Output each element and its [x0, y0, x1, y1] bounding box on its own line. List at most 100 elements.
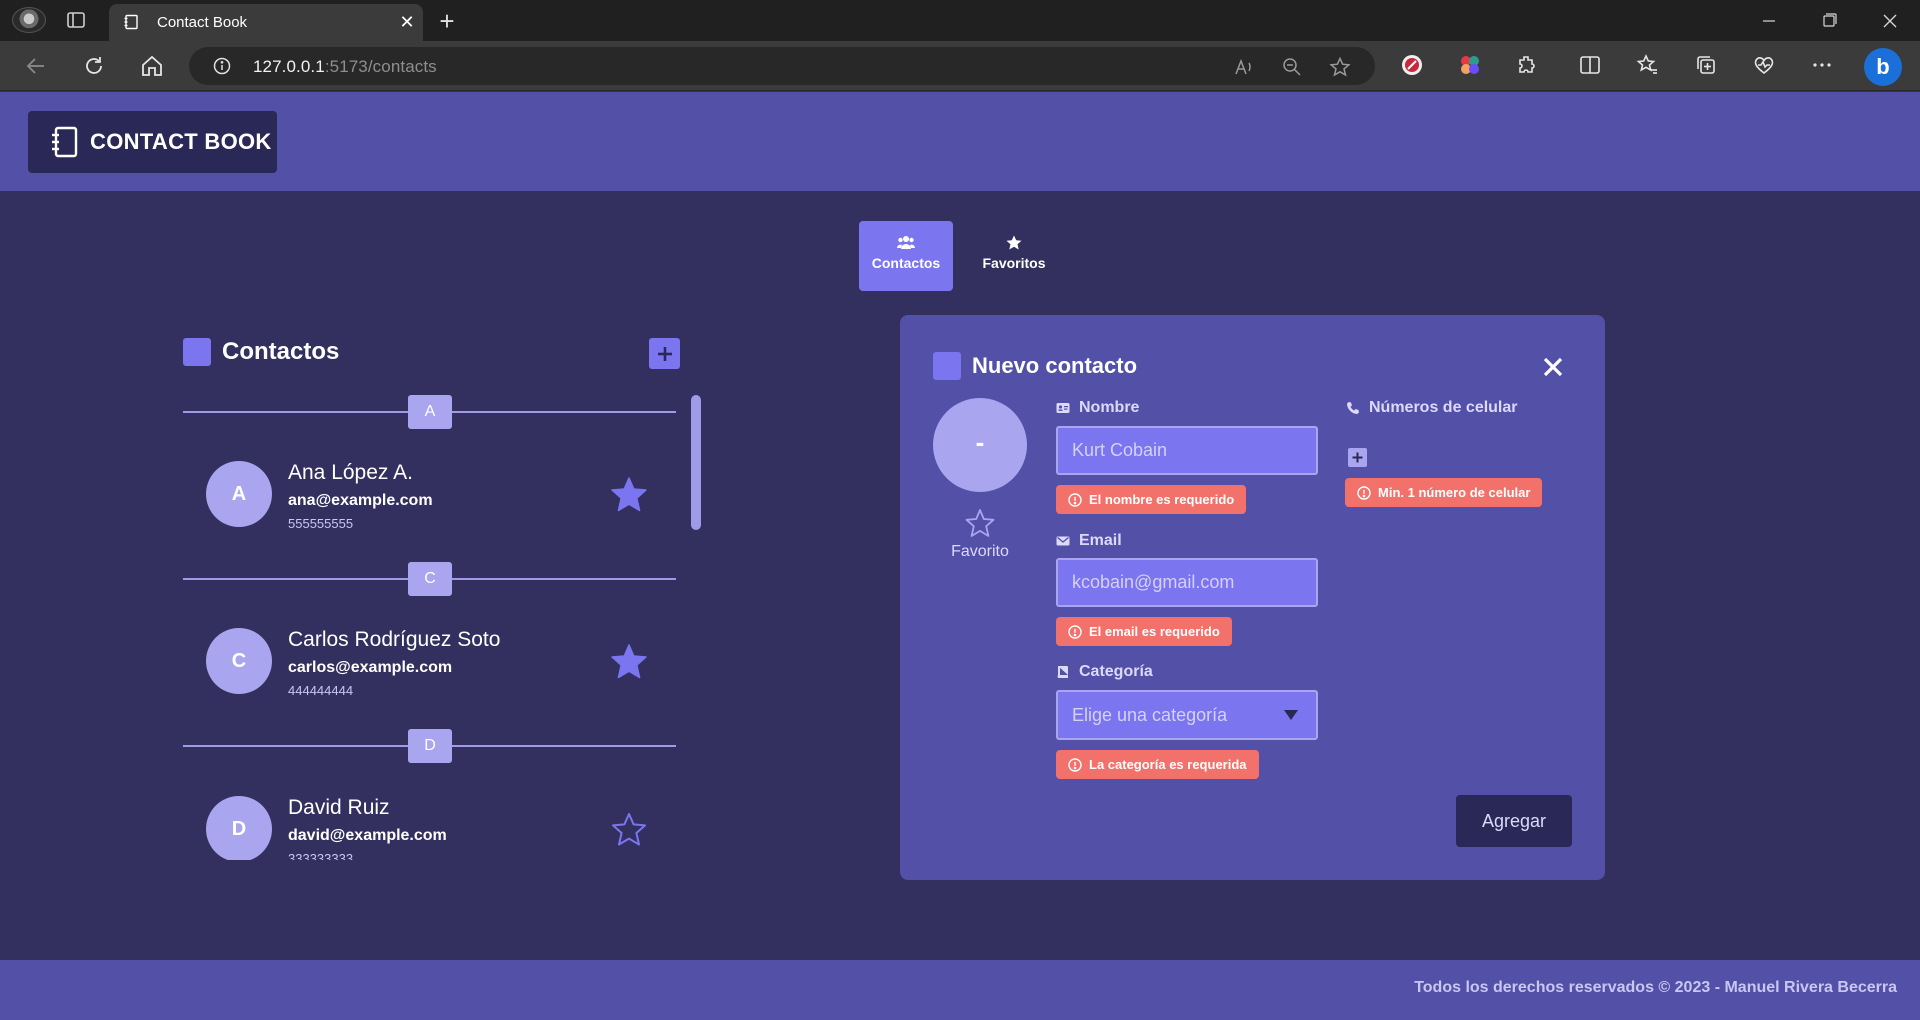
browser-toolbar: 127.0.0.1:5173/contacts b	[0, 41, 1920, 91]
restore-icon[interactable]	[1809, 8, 1849, 34]
extensions-icon[interactable]	[1515, 53, 1539, 77]
letter-badge: A	[408, 395, 452, 429]
contacts-header: Contactos	[183, 338, 339, 366]
new-contact-card: Nuevo contacto - Favorito Nombre El nomb…	[900, 315, 1605, 880]
collections-icon[interactable]	[1694, 53, 1718, 77]
profile-avatar[interactable]	[10, 5, 48, 35]
avatar: C	[206, 628, 272, 694]
list-scrollbar[interactable]	[691, 395, 701, 530]
favorite-star-icon[interactable]	[1329, 56, 1351, 78]
tab-contactos[interactable]: Contactos	[859, 221, 953, 291]
add-contact-button[interactable]	[649, 338, 680, 369]
add-phone-button[interactable]	[1348, 448, 1367, 467]
category-error: La categoría es requerida	[1056, 750, 1259, 779]
contact-item[interactable]: C Carlos Rodríguez Soto carlos@example.c…	[183, 628, 676, 708]
favorite-label: Favorito	[951, 543, 1009, 560]
contact-email: david@example.com	[288, 827, 447, 844]
users-icon	[897, 236, 915, 249]
back-icon[interactable]	[23, 53, 49, 79]
section-marker	[183, 338, 211, 366]
address-bar[interactable]: 127.0.0.1:5173/contacts	[189, 47, 1375, 85]
alert-icon	[1068, 492, 1082, 507]
plus-icon	[657, 346, 672, 361]
close-window-icon[interactable]	[1870, 8, 1910, 34]
phone-icon	[1347, 402, 1359, 414]
contacts-title: Contactos	[222, 338, 340, 365]
contact-name: Carlos Rodríguez Soto	[288, 628, 501, 651]
plus-icon	[1352, 452, 1363, 463]
envelope-icon	[1056, 536, 1070, 546]
alert-icon	[1068, 757, 1082, 772]
notebook-icon	[124, 14, 138, 30]
contact-phone: 555555555	[288, 516, 354, 531]
contact-item[interactable]: D David Ruiz david@example.com 333333333	[183, 796, 676, 860]
copyright-text: Todos los derechos reservados © 2023 - M…	[1414, 979, 1897, 996]
color-extension-icon[interactable]	[1458, 53, 1482, 77]
phones-label: Números de celular	[1346, 399, 1518, 417]
contact-photo[interactable]: -	[933, 398, 1027, 492]
contact-email: ana@example.com	[288, 492, 433, 509]
section-marker	[933, 352, 961, 380]
name-label: Nombre	[1056, 399, 1139, 417]
add-button[interactable]: Agregar	[1456, 795, 1572, 847]
url-text[interactable]: 127.0.0.1:5173/contacts	[253, 57, 437, 77]
letter-divider: A	[183, 395, 676, 429]
name-input[interactable]	[1056, 426, 1318, 475]
home-icon[interactable]	[139, 53, 165, 79]
brand-logo[interactable]: CONTACT BOOK	[28, 111, 277, 173]
favorite-star-outline-icon[interactable]	[963, 507, 997, 541]
minimize-icon[interactable]	[1749, 8, 1789, 34]
app-header: CONTACT BOOK	[0, 92, 1920, 191]
copilot-icon[interactable]: b	[1864, 48, 1902, 86]
info-icon[interactable]	[213, 57, 231, 75]
avatar: A	[206, 461, 272, 527]
tab-close-icon[interactable]: ✕	[395, 10, 419, 34]
block-extension-icon[interactable]	[1400, 53, 1424, 77]
close-icon[interactable]	[1538, 352, 1568, 382]
name-error: El nombre es requerido	[1056, 485, 1247, 514]
health-icon[interactable]	[1752, 53, 1776, 77]
star-icon	[1006, 235, 1022, 250]
phones-error: Min. 1 número de celular	[1345, 478, 1543, 507]
chevron-down-icon	[1284, 710, 1298, 720]
letter-divider: D	[183, 729, 676, 763]
book-icon	[1057, 666, 1068, 678]
contact-phone: 333333333	[288, 851, 354, 860]
contact-phone: 444444444	[288, 683, 354, 698]
browser-tab[interactable]: Contact Book ✕	[109, 4, 423, 41]
zoom-out-icon[interactable]	[1281, 56, 1303, 78]
email-input[interactable]	[1056, 558, 1318, 607]
alert-icon	[1068, 624, 1082, 639]
contact-name: Ana López A.	[288, 461, 413, 484]
browser-tab-bar: Contact Book ✕ +	[0, 0, 1920, 41]
tab-label: Favoritos	[982, 255, 1046, 271]
more-icon[interactable]	[1810, 53, 1834, 77]
tab-label: Contactos	[871, 255, 941, 271]
contacts-list[interactable]: A A Ana López A. ana@example.com 5555555…	[183, 392, 703, 860]
contact-name: David Ruiz	[288, 796, 390, 819]
split-screen-icon[interactable]	[1578, 53, 1602, 77]
brand-text: CONTACT BOOK	[90, 129, 272, 154]
favorite-star-icon[interactable]	[609, 642, 649, 682]
contact-email: carlos@example.com	[288, 659, 453, 676]
favorites-icon[interactable]	[1636, 53, 1660, 77]
favorite-star-outline-icon[interactable]	[609, 810, 649, 850]
favorite-star-icon[interactable]	[609, 475, 649, 515]
card-header: Nuevo contacto	[933, 352, 1137, 380]
email-label: Email	[1056, 532, 1122, 550]
tab-favoritos[interactable]: Favoritos	[967, 221, 1061, 291]
new-tab-button[interactable]: +	[433, 8, 461, 36]
tab-actions-icon[interactable]	[66, 10, 86, 30]
category-select[interactable]: Elige una categoría	[1056, 690, 1318, 740]
contact-item[interactable]: A Ana López A. ana@example.com 555555555	[183, 461, 676, 541]
read-aloud-icon[interactable]	[1233, 56, 1255, 78]
avatar: D	[206, 796, 272, 860]
category-label: Categoría	[1056, 663, 1153, 681]
id-card-icon	[1056, 403, 1070, 413]
reload-icon[interactable]	[81, 53, 107, 79]
footer: Todos los derechos reservados © 2023 - M…	[0, 960, 1920, 1020]
card-title: Nuevo contacto	[972, 353, 1138, 378]
contact-book-icon	[52, 126, 78, 158]
tab-title: Contact Book	[157, 14, 248, 31]
email-error: El email es requerido	[1056, 617, 1232, 646]
